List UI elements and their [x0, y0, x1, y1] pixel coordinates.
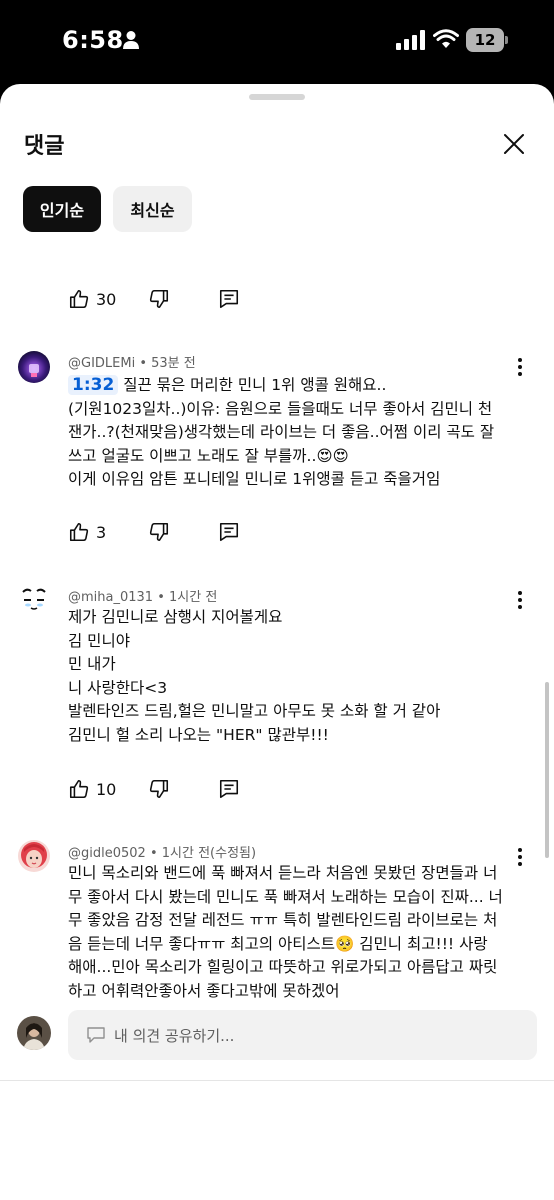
- sort-chip-popular[interactable]: 인기순: [23, 186, 101, 232]
- more-vertical-icon[interactable]: [510, 845, 530, 869]
- comment-text: 1:32 질끈 묶은 머리한 민니 1위 앵콜 원해요.. (기원1023일차.…: [68, 374, 508, 492]
- timestamp-link[interactable]: 1:32: [68, 375, 119, 395]
- comment-meta: @gidle0502 • 1시간 전(수정됨): [68, 846, 257, 861]
- sheet-grabber[interactable]: [249, 94, 305, 100]
- reply-icon[interactable]: [218, 521, 240, 543]
- battery-cap: [505, 36, 508, 44]
- reply-icon[interactable]: [218, 778, 240, 800]
- more-vertical-icon[interactable]: [510, 355, 530, 379]
- person-icon: [123, 31, 139, 49]
- comment-time: 53분 전: [151, 356, 196, 371]
- comment-line: 잰가..?(천재맞음)생각했는데 라이브는 더 좋음..어쩜 이리 곡도 잘: [68, 423, 495, 441]
- comment-line: 발렌타인즈 드림,헐은 민니말고 아무도 못 소화 할 거 같아: [68, 702, 441, 720]
- thumbs-up-icon[interactable]: [68, 521, 90, 543]
- comment-meta: @GIDLEMi • 53분 전: [68, 356, 196, 371]
- sheet-title: 댓글: [24, 134, 65, 159]
- thumbs-down-icon[interactable]: [148, 521, 170, 543]
- comment-bubble-icon: [87, 1027, 105, 1043]
- comments-sheet: 댓글 인기순 최신순 30 @GIDLEMi • 53분 전 1:32 질끈 묶…: [0, 84, 554, 1200]
- like-count: 3: [96, 522, 107, 542]
- thumbs-down-icon[interactable]: [148, 288, 170, 310]
- comment-input[interactable]: 내 의견 공유하기...: [68, 1010, 537, 1060]
- thumbs-down-icon[interactable]: [148, 778, 170, 800]
- comment-line: 해애...민아 목소리가 힐링이고 따뜻하고 위로가되고 아름답고 짜릿: [68, 958, 498, 976]
- avatar: [17, 1016, 51, 1050]
- comment-time: 1시간 전: [169, 590, 218, 605]
- comment-actions: 3: [68, 518, 239, 546]
- sort-chip-newest[interactable]: 최신순: [113, 186, 192, 232]
- like-count: 30: [96, 289, 117, 309]
- battery-icon: 12: [466, 28, 508, 52]
- signal-icon: [396, 30, 425, 50]
- thumbs-up-icon[interactable]: [68, 288, 90, 310]
- avatar-image: [17, 1016, 51, 1050]
- more-vertical-icon[interactable]: [510, 588, 530, 612]
- avatar[interactable]: [18, 351, 50, 383]
- comment-line: 제가 김민니로 삼행시 지어볼게요: [68, 608, 283, 626]
- composer-divider: [0, 1080, 554, 1081]
- comment-author[interactable]: @GIDLEMi: [68, 356, 135, 371]
- status-bar: 6:58 12: [0, 0, 554, 84]
- comment-line: 하고 어휘력안좋아서 좋다고밖에 못하겠어: [68, 981, 340, 1000]
- thumbs-up-icon[interactable]: [68, 778, 90, 800]
- comment-line: 쓰고 얼굴도 이쁘고 노래도 잘 부를까..😍😍: [68, 446, 349, 465]
- reply-icon[interactable]: [218, 288, 240, 310]
- comment-line: 질끈 묶은 머리한 민니 1위 앵콜 원해요..: [123, 376, 387, 394]
- comment-actions: 30: [68, 285, 239, 313]
- status-time: 6:58: [62, 26, 124, 54]
- comment-line: 민 내가: [68, 655, 116, 673]
- comment-line: 김 민니야: [68, 631, 130, 650]
- wifi-icon: [433, 29, 459, 48]
- comment-line: 음 듣는데 너무 좋다ㅠㅠ 최고의 아티스트🥺 김민니 최고!!! 사랑: [68, 934, 488, 953]
- comment-line: 무 좋았음 감정 전달 레전드 ㅠㅠ 특히 발렌타인드림 라이브로는 처: [68, 911, 498, 929]
- avatar-image: [22, 588, 46, 610]
- comment-text: 민니 목소리와 밴드에 푹 빠져서 듣느라 처음엔 못봤던 장면들과 너 무 좋…: [68, 862, 508, 1003]
- avatar[interactable]: [18, 584, 50, 616]
- battery-level: 12: [466, 28, 504, 52]
- comment-line: 무 좋아서 다시 봤는데 민니도 푹 빠져서 노래하는 모습이 진짜... 너: [68, 887, 503, 906]
- comment-line: 니 사랑한다<3: [68, 678, 168, 697]
- comment-actions: 10: [68, 775, 239, 803]
- comment-author[interactable]: @gidle0502: [68, 846, 146, 861]
- comment-input-placeholder: 내 의견 공유하기...: [114, 1026, 235, 1045]
- avatar[interactable]: [18, 840, 50, 872]
- comment-line: (기원1023일차..)이유: 음원으로 들을때도 너무 좋아서 김민니 천: [68, 399, 493, 418]
- comment-text: 제가 김민니로 삼행시 지어볼게요 김 민니야 민 내가 니 사랑한다<3 발렌…: [68, 606, 508, 747]
- avatar-image: [18, 840, 50, 872]
- like-count: 10: [96, 779, 117, 799]
- comment-line: 민니 목소리와 밴드에 푹 빠져서 듣느라 처음엔 못봤던 장면들과 너: [68, 864, 498, 882]
- comment-meta: @miha_0131 • 1시간 전: [68, 590, 218, 605]
- close-icon[interactable]: [496, 126, 532, 162]
- scrollbar[interactable]: [545, 682, 549, 858]
- comment-time: 1시간 전(수정됨): [161, 846, 257, 861]
- comment-author[interactable]: @miha_0131: [68, 590, 153, 605]
- comment-line: 이게 이유임 암튼 포니테일 민니로 1위앵콜 듣고 죽을거임: [68, 470, 441, 488]
- avatar-image: [18, 351, 50, 383]
- comment-line: 김민니 헐 소리 나오는 "HER" 많관부!!!: [68, 725, 329, 744]
